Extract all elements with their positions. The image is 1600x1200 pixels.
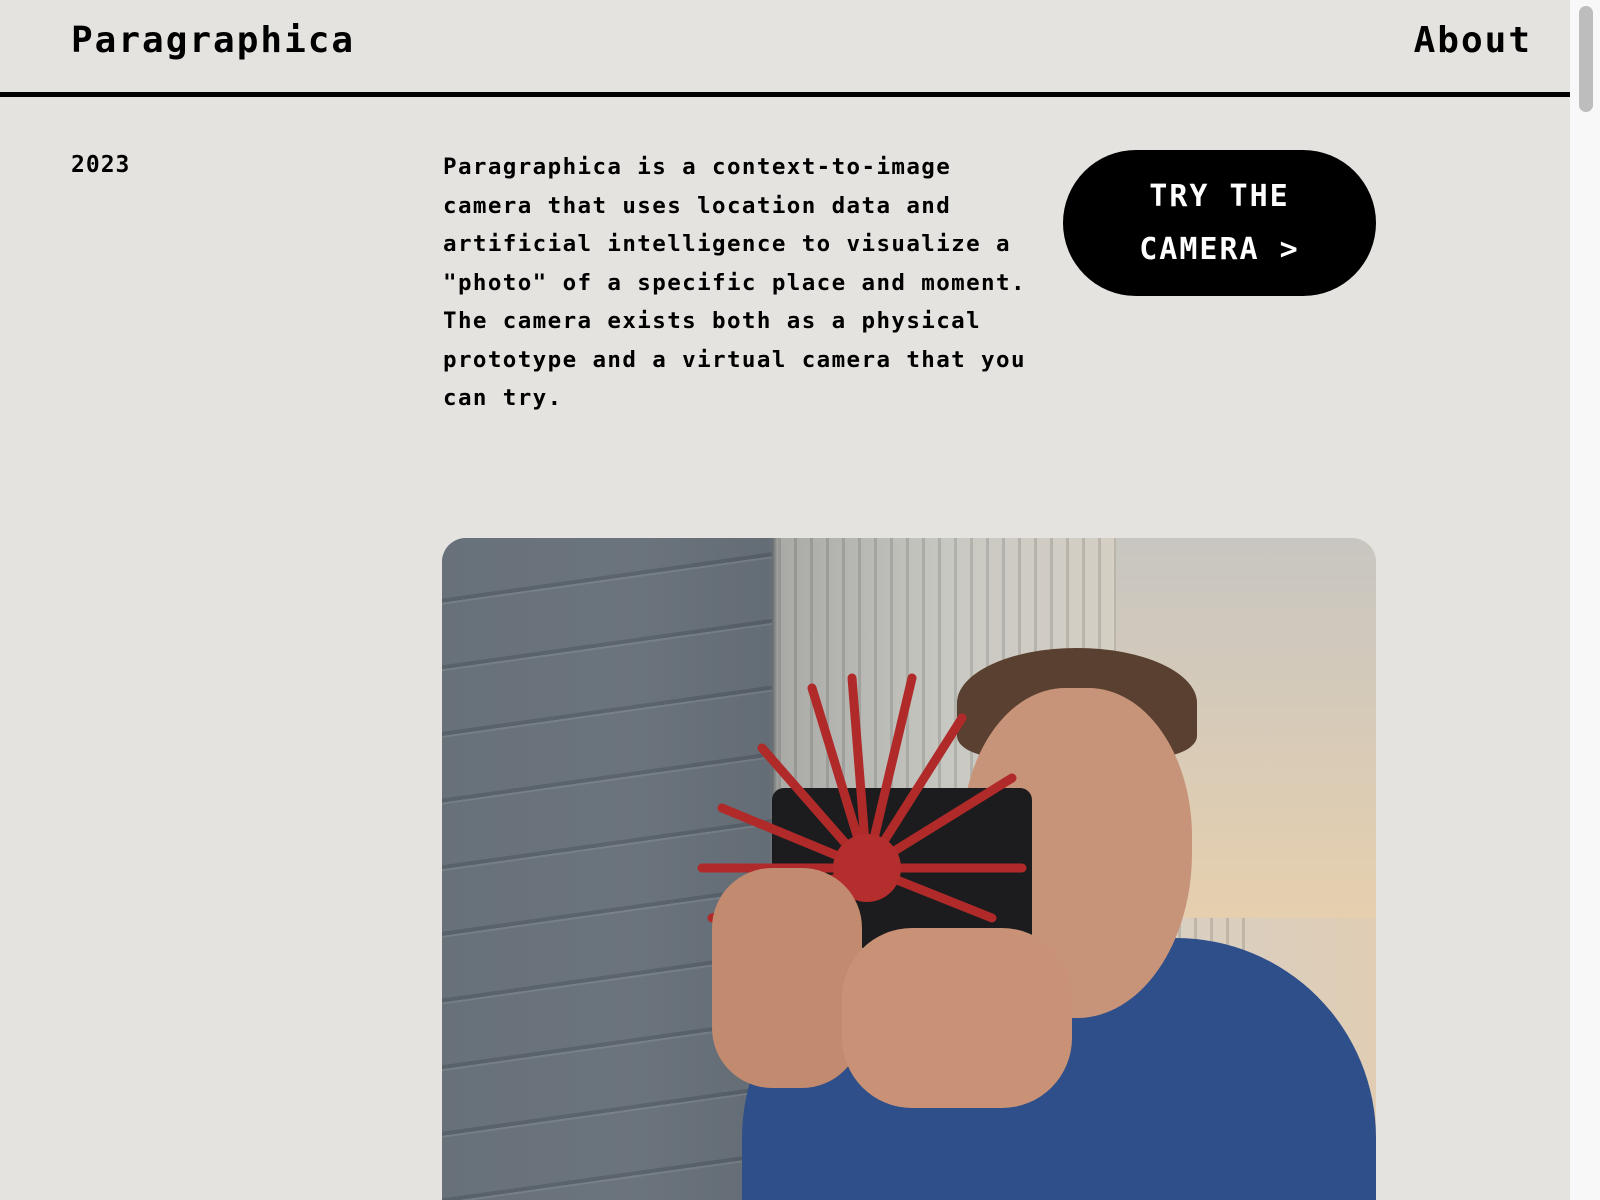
scrollbar-thumb[interactable] <box>1579 6 1593 112</box>
photo-hand-left <box>712 868 862 1088</box>
project-description: Paragraphica is a context-to-image camer… <box>443 154 1026 411</box>
try-camera-button[interactable]: TRY THE CAMERA > <box>1063 150 1376 296</box>
hero-photo <box>442 538 1376 1200</box>
project-year: 2023 <box>71 152 131 178</box>
site-header: Paragraphica About <box>0 0 1570 97</box>
about-link[interactable]: About <box>1414 20 1532 61</box>
photo-hand-right <box>842 928 1072 1108</box>
try-camera-label-2: CAMERA > <box>1139 232 1300 267</box>
try-camera-label-1: TRY THE <box>1149 179 1290 214</box>
site-logo[interactable]: Paragraphica <box>71 20 355 61</box>
scrollbar[interactable] <box>1570 0 1600 1200</box>
